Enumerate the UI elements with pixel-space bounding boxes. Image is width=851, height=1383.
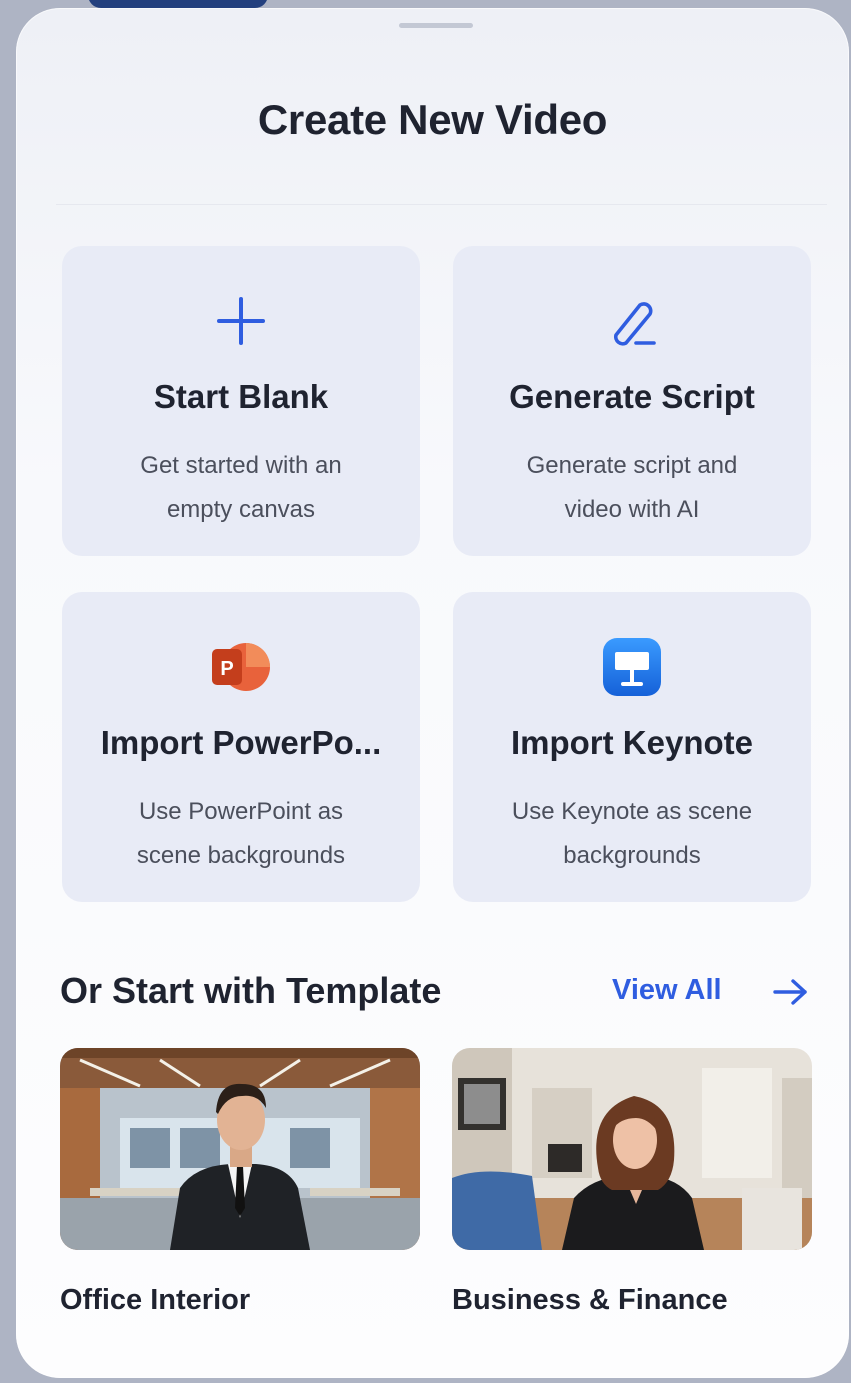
plus-icon bbox=[217, 297, 265, 345]
start-blank-desc: Get started with an empty canvas bbox=[92, 444, 390, 532]
template-name: Office Interior bbox=[60, 1284, 251, 1316]
sheet-drag-handle[interactable] bbox=[399, 23, 473, 28]
import-powerpoint-title: Import PowerPo... bbox=[100, 724, 382, 761]
office-interior-image bbox=[60, 1048, 420, 1250]
generate-script-title: Generate Script bbox=[509, 378, 755, 415]
template-thumbnail-business-finance[interactable] bbox=[452, 1048, 812, 1250]
generate-script-desc: Generate script and video with AI bbox=[483, 444, 781, 532]
import-keynote-desc-line1: Use Keynote as scene bbox=[511, 798, 753, 825]
template-name: Business & Finance bbox=[452, 1284, 728, 1316]
import-powerpoint-desc: Use PowerPoint as scene backgrounds bbox=[92, 790, 390, 878]
title-divider bbox=[56, 204, 827, 205]
sheet-title: Create New Video bbox=[257, 96, 608, 143]
create-video-sheet: Create New Video Start Blank Get started… bbox=[16, 8, 849, 1378]
arrow-right-icon[interactable] bbox=[771, 974, 811, 1010]
import-powerpoint-card[interactable]: P Import PowerPo... Use PowerPoint as sc… bbox=[62, 592, 420, 902]
pen-icon bbox=[613, 302, 656, 346]
start-blank-title: Start Blank bbox=[153, 378, 329, 415]
templates-section-title: Or Start with Template bbox=[60, 970, 442, 1011]
import-keynote-card[interactable]: Import Keynote Use Keynote as scene back… bbox=[453, 592, 811, 902]
import-powerpoint-desc-line1: Use PowerPoint as bbox=[138, 798, 344, 825]
generate-script-desc-line2: video with AI bbox=[564, 496, 700, 523]
background-tab-chip bbox=[88, 0, 268, 8]
start-blank-card[interactable]: Start Blank Get started with an empty ca… bbox=[62, 246, 420, 556]
view-all-link[interactable]: View All bbox=[612, 974, 722, 1007]
import-keynote-title: Import Keynote bbox=[510, 724, 754, 761]
generate-script-desc-line1: Generate script and bbox=[526, 452, 738, 479]
import-keynote-desc: Use Keynote as scene backgrounds bbox=[483, 790, 781, 878]
import-powerpoint-desc-line2: scene backgrounds bbox=[136, 842, 346, 869]
powerpoint-icon: P bbox=[212, 643, 270, 691]
keynote-icon bbox=[603, 638, 661, 696]
start-blank-desc-line2: empty canvas bbox=[166, 496, 316, 523]
start-blank-desc-line1: Get started with an bbox=[140, 452, 342, 479]
svg-text:P: P bbox=[220, 658, 233, 680]
business-finance-image bbox=[452, 1048, 812, 1250]
generate-script-card[interactable]: Generate Script Generate script and vide… bbox=[453, 246, 811, 556]
template-thumbnail-office-interior[interactable] bbox=[60, 1048, 420, 1250]
import-keynote-desc-line2: backgrounds bbox=[563, 842, 701, 869]
